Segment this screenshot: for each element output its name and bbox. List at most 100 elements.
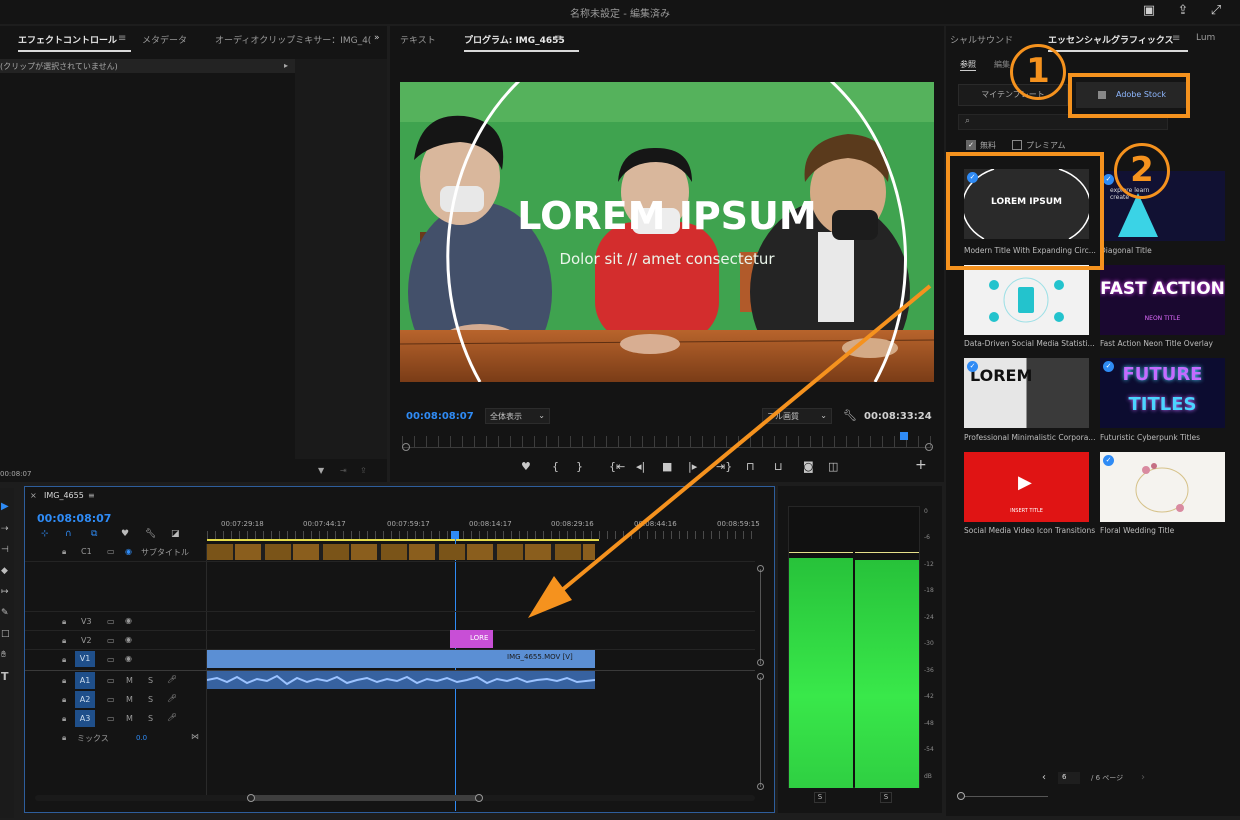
tab-effect-controls[interactable]: エフェクトコントロール (18, 33, 132, 52)
solo-right-button[interactable]: S (880, 792, 892, 803)
program-menu-icon[interactable]: ≡ (554, 33, 562, 44)
scroll-handle[interactable] (757, 673, 764, 680)
film-icon[interactable]: ▭ (107, 617, 115, 626)
lock-icon[interactable]: 🔒︎ (62, 714, 66, 724)
filter-icon[interactable]: ▼ (318, 466, 324, 475)
program-current-timecode[interactable]: 00:08:08:07 (406, 411, 474, 422)
overflow-icon[interactable]: » (374, 33, 380, 43)
lock-icon[interactable]: 🔒︎ (62, 636, 66, 646)
pen-icon[interactable]: ✎ (1, 608, 9, 618)
eye-icon[interactable]: ◉ (125, 547, 132, 556)
template-card[interactable]: ▶ INSERT TITLE (964, 452, 1089, 522)
film-icon[interactable]: ▭ (107, 636, 115, 645)
share-small-icon[interactable]: ⇪ (360, 466, 367, 475)
timeline-settings-icon[interactable]: 🔧︎ (145, 529, 156, 539)
track-name-a1[interactable]: A1 (75, 672, 95, 689)
panel-menu-icon[interactable]: ≡ (118, 33, 126, 44)
scroll-handle[interactable] (757, 659, 764, 666)
track-name-v1[interactable]: V1 (75, 651, 95, 667)
lock-icon[interactable]: 🔒︎ (62, 676, 66, 686)
nest-icon[interactable]: ⊹ (41, 529, 49, 539)
track-name-a2[interactable]: A2 (75, 691, 95, 708)
scroll-handle[interactable] (247, 794, 255, 802)
template-card[interactable]: ✓ (1100, 452, 1225, 522)
film-icon[interactable]: ▭ (107, 655, 115, 664)
solo-left-button[interactable]: S (814, 792, 826, 803)
tab-edit[interactable]: 編集 (994, 59, 1010, 70)
hand-icon[interactable]: ✋︎ (1, 650, 6, 660)
template-card[interactable] (964, 265, 1089, 335)
play-triangle-icon[interactable]: ▸ (284, 61, 288, 70)
mix-value[interactable]: 0.0 (136, 734, 147, 742)
type-tool-icon[interactable]: T (1, 670, 9, 683)
add-marker-icon[interactable]: ♥ (121, 529, 129, 539)
film-icon[interactable]: ▭ (107, 676, 115, 685)
film-icon[interactable]: ▭ (107, 695, 115, 704)
lock-icon[interactable]: 🔒︎ (62, 547, 66, 557)
eye-icon[interactable]: ◉ (125, 635, 132, 644)
microphone-icon[interactable]: 🎤︎ (167, 713, 177, 722)
solo-button[interactable]: S (148, 676, 153, 685)
thumb-size-handle[interactable] (957, 792, 965, 800)
slip-icon[interactable]: ↦ (1, 587, 9, 597)
mute-button[interactable]: M (126, 695, 133, 704)
timeline-playhead-head[interactable] (451, 531, 459, 539)
template-card[interactable]: LOREM ✓ (964, 358, 1089, 428)
sequence-tab[interactable]: IMG_4655 (44, 491, 84, 500)
tab-essential-sound[interactable]: シャルサウンド (950, 33, 1013, 46)
timeline-timecode[interactable]: 00:08:08:07 (37, 512, 111, 525)
track-name-a3[interactable]: A3 (75, 710, 95, 727)
captions-icon[interactable]: ◪ (171, 529, 180, 539)
premium-checkbox[interactable] (1012, 140, 1022, 150)
scroll-handle[interactable] (757, 783, 764, 790)
razor-icon[interactable]: ◆ (1, 566, 8, 576)
lock-icon[interactable]: 🔒︎ (62, 617, 66, 627)
timeline-menu-icon[interactable]: ≡ (88, 491, 95, 500)
workspace-icon[interactable]: ▣ (1141, 3, 1157, 19)
thumb-size-slider[interactable] (960, 796, 1048, 797)
tab-browse[interactable]: 参照 (960, 59, 976, 71)
export-icon[interactable]: ⇥ (340, 466, 347, 475)
prev-page-icon[interactable]: ‹ (1042, 772, 1046, 783)
tab-program[interactable]: プログラム: IMG_4655 (464, 33, 579, 52)
mute-button[interactable]: M (126, 676, 133, 685)
tab-metadata[interactable]: メタデータ (142, 33, 187, 46)
share-icon[interactable]: ⇪ (1175, 3, 1191, 19)
eye-icon[interactable]: ◉ (125, 616, 132, 625)
microphone-icon[interactable]: 🎤︎ (167, 694, 177, 703)
rectangle-icon[interactable]: □ (1, 629, 10, 639)
free-checkbox[interactable]: ✓ (966, 140, 976, 150)
lock-icon[interactable]: 🔒︎ (62, 655, 66, 665)
close-seq-icon[interactable]: × (30, 491, 37, 500)
horizontal-scroll-thumb[interactable] (251, 795, 479, 801)
lock-icon[interactable]: 🔒︎ (62, 695, 66, 705)
selection-tool-icon[interactable]: ▶ (1, 501, 9, 512)
lock-icon[interactable]: 🔒︎ (62, 733, 66, 743)
video-clip[interactable]: IMG_4655.MOV [V] (207, 650, 595, 668)
track-select-icon[interactable]: ⇢ (1, 524, 9, 534)
ripple-edit-icon[interactable]: ⊣ (1, 545, 9, 555)
eye-icon[interactable]: ◉ (125, 654, 132, 663)
tab-essential-graphics[interactable]: エッセンシャルグラフィックス (1048, 33, 1188, 52)
graphic-clip[interactable]: LORE (450, 630, 493, 648)
scroll-handle[interactable] (475, 794, 483, 802)
template-card[interactable]: FUTURE TITLES ✓ (1100, 358, 1225, 428)
audio-clip[interactable] (206, 671, 596, 689)
snap-magnet-icon[interactable]: ∩ (65, 529, 72, 539)
next-page-icon[interactable]: › (1141, 772, 1145, 783)
template-card[interactable]: FAST ACTION NEON TITLE (1100, 265, 1225, 335)
mute-button[interactable]: M (126, 714, 133, 723)
track-name-v2[interactable]: V2 (81, 636, 92, 645)
zoom-handle-left[interactable] (402, 443, 410, 451)
solo-button[interactable]: S (148, 695, 153, 704)
page-input[interactable]: 6 (1058, 772, 1080, 784)
film-icon[interactable]: ▭ (107, 547, 115, 556)
linked-selection-icon[interactable]: ⧉ (91, 529, 97, 539)
tab-text[interactable]: テキスト (400, 33, 436, 46)
film-icon[interactable]: ▭ (107, 714, 115, 723)
tab-lumetri[interactable]: Lum (1196, 33, 1215, 43)
solo-button[interactable]: S (148, 714, 153, 723)
mix-end-icon[interactable]: ⋈ (191, 732, 199, 741)
fullscreen-icon[interactable]: ⤢ (1208, 3, 1224, 19)
track-name-v3[interactable]: V3 (81, 617, 92, 626)
